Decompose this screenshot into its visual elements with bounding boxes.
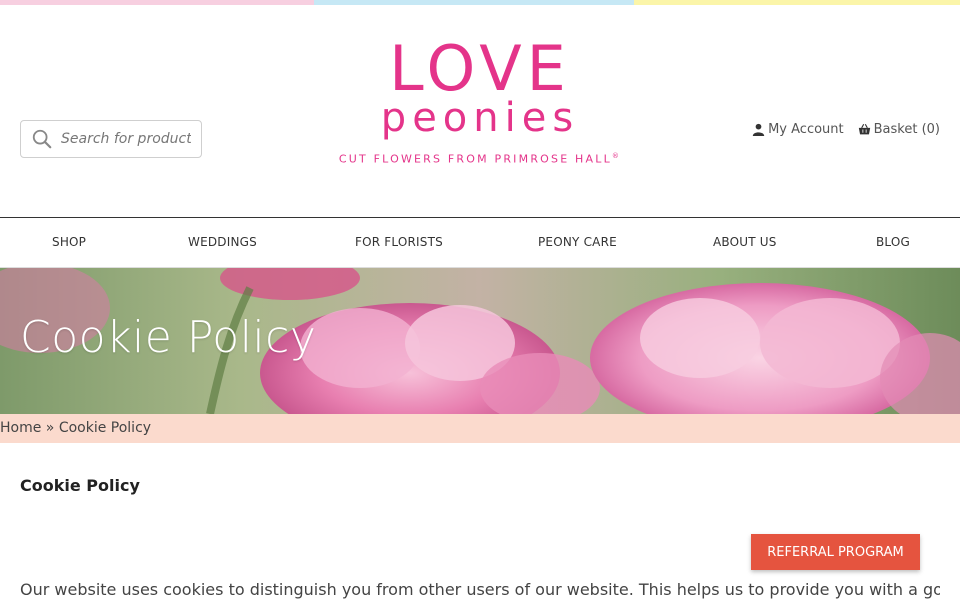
registered-mark: ® (611, 152, 622, 160)
logo-love: LOVE (389, 32, 571, 105)
top-color-strip (0, 0, 960, 5)
nav-blog[interactable]: BLOG (876, 235, 910, 249)
breadcrumb-home[interactable]: Home (0, 420, 41, 436)
search-input[interactable] (61, 131, 191, 147)
page-heading: Cookie Policy (20, 476, 140, 495)
strip-pink (0, 0, 314, 5)
basket-label: Basket (0) (873, 122, 940, 137)
site-logo[interactable]: LOVE peonies CUT FLOWERS FROM PRIMROSE H… (330, 38, 630, 166)
strip-blue (314, 0, 634, 5)
hero-title: Cookie Policy (20, 312, 317, 363)
breadcrumb-current: Cookie Policy (58, 420, 152, 436)
strip-yellow (634, 0, 960, 5)
product-search[interactable] (20, 120, 202, 158)
basket-link[interactable]: Basket (0) (858, 122, 940, 137)
nav-about-us[interactable]: ABOUT US (713, 235, 777, 249)
logo-peonies: peonies (380, 95, 580, 141)
logo-tagline-text: CUT FLOWERS FROM PRIMROSE HALL (338, 152, 612, 166)
search-icon (32, 129, 52, 149)
referral-program-button[interactable]: REFERRAL PROGRAM (751, 534, 920, 570)
main-nav: SHOP WEDDINGS FOR FLORISTS PEONY CARE AB… (0, 217, 960, 268)
intro-paragraph: Our website uses cookies to distinguish … (20, 580, 940, 599)
nav-peony-care[interactable]: PEONY CARE (538, 235, 617, 249)
nav-shop[interactable]: SHOP (52, 235, 86, 249)
my-account-label: My Account (768, 122, 844, 137)
logo-tagline: CUT FLOWERS FROM PRIMROSE HALL® (330, 152, 630, 166)
user-icon (752, 123, 765, 136)
account-links: My Account Basket (0) (752, 122, 940, 137)
my-account-link[interactable]: My Account (752, 122, 844, 137)
nav-weddings[interactable]: WEDDINGS (188, 235, 257, 249)
breadcrumb: Home » Cookie Policy (0, 414, 960, 443)
breadcrumb-separator: » (41, 420, 59, 436)
hero-banner: Cookie Policy (0, 268, 960, 414)
nav-for-florists[interactable]: FOR FLORISTS (355, 235, 443, 249)
basket-icon (858, 123, 870, 135)
